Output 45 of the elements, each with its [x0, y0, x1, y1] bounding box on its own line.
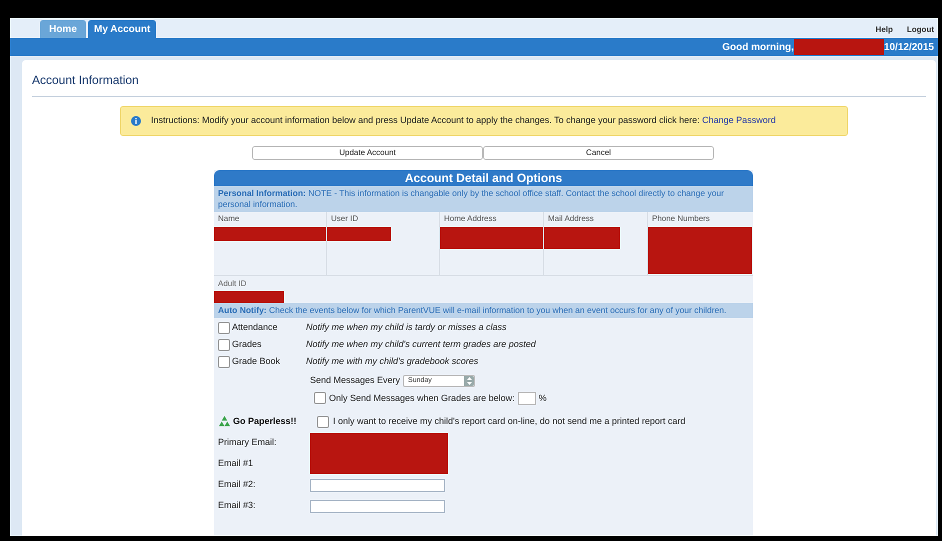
checkbox[interactable] — [218, 322, 230, 334]
date: 10/12/2015 — [884, 40, 934, 54]
paperless-label: Go Paperless!! — [233, 415, 298, 428]
adult-id-label: Adult ID — [218, 279, 248, 289]
paperless-option: I only want to receive my child's report card on-line, do not send me a printed report card — [333, 415, 686, 428]
option-label: Grade Book — [232, 354, 280, 368]
personal-info-note: Personal Information: NOTE - This information is changable only by the school office staff. Contact the school directly to change your personal information. — [218, 188, 725, 210]
email-label: Primary Email: — [218, 436, 278, 450]
column-label: Home Address — [444, 214, 498, 224]
top-link[interactable]: Help — [876, 24, 893, 36]
checkbox[interactable] — [317, 416, 329, 428]
email-input[interactable] — [310, 500, 445, 512]
tab[interactable]: My Account — [88, 20, 156, 38]
option-description: Notify me when my child's current term grades are posted — [306, 338, 536, 351]
grade-threshold-label: Only Send Messages when Grades are below: — [329, 392, 515, 405]
greeting: Good morning, — [722, 40, 794, 54]
column-label: User ID — [331, 214, 360, 224]
action-button[interactable]: Update Account — [252, 146, 483, 160]
email-label: Email #3: — [218, 499, 257, 512]
panel-title: Account Detail and Options — [404, 170, 562, 187]
instructions-text: Instructions: Modify your account information below and press Update Account to apply the changes. To change your password click here: Change Password — [151, 114, 776, 128]
column-label: Mail Address — [548, 214, 595, 224]
checkbox[interactable] — [314, 392, 326, 404]
option-description: Notify me when my child is tardy or misses a class — [306, 320, 507, 334]
email-input[interactable] — [310, 478, 445, 492]
top-link[interactable]: Logout — [906, 24, 934, 36]
column-label: Name — [218, 214, 240, 224]
grade-threshold-input[interactable] — [518, 392, 536, 405]
redaction-block — [214, 291, 284, 303]
change-password-link[interactable]: Change Password — [702, 115, 776, 126]
percent-sign: % — [538, 392, 547, 404]
email-label: Email #1 — [218, 457, 254, 470]
auto-notify-note: Auto Notify: Check the events below for which ParentVUE will e-mail information to you when an event occurs for any of your children. — [218, 305, 728, 316]
checkbox[interactable] — [218, 356, 230, 368]
column-label: Phone Numbers — [652, 214, 711, 224]
checkbox[interactable] — [218, 338, 230, 350]
action-button[interactable]: Cancel — [483, 146, 714, 160]
option-label: Attendance — [232, 320, 278, 334]
send-every-label: Send Messages Every — [310, 374, 400, 387]
option-label: Grades — [232, 338, 262, 351]
email-label: Email #2: — [218, 478, 257, 492]
stepper-icon — [466, 376, 472, 385]
page-title: Account Information — [32, 73, 139, 87]
info-icon — [131, 116, 141, 126]
option-description: Notify me with my child's gradebook scores — [306, 354, 478, 368]
